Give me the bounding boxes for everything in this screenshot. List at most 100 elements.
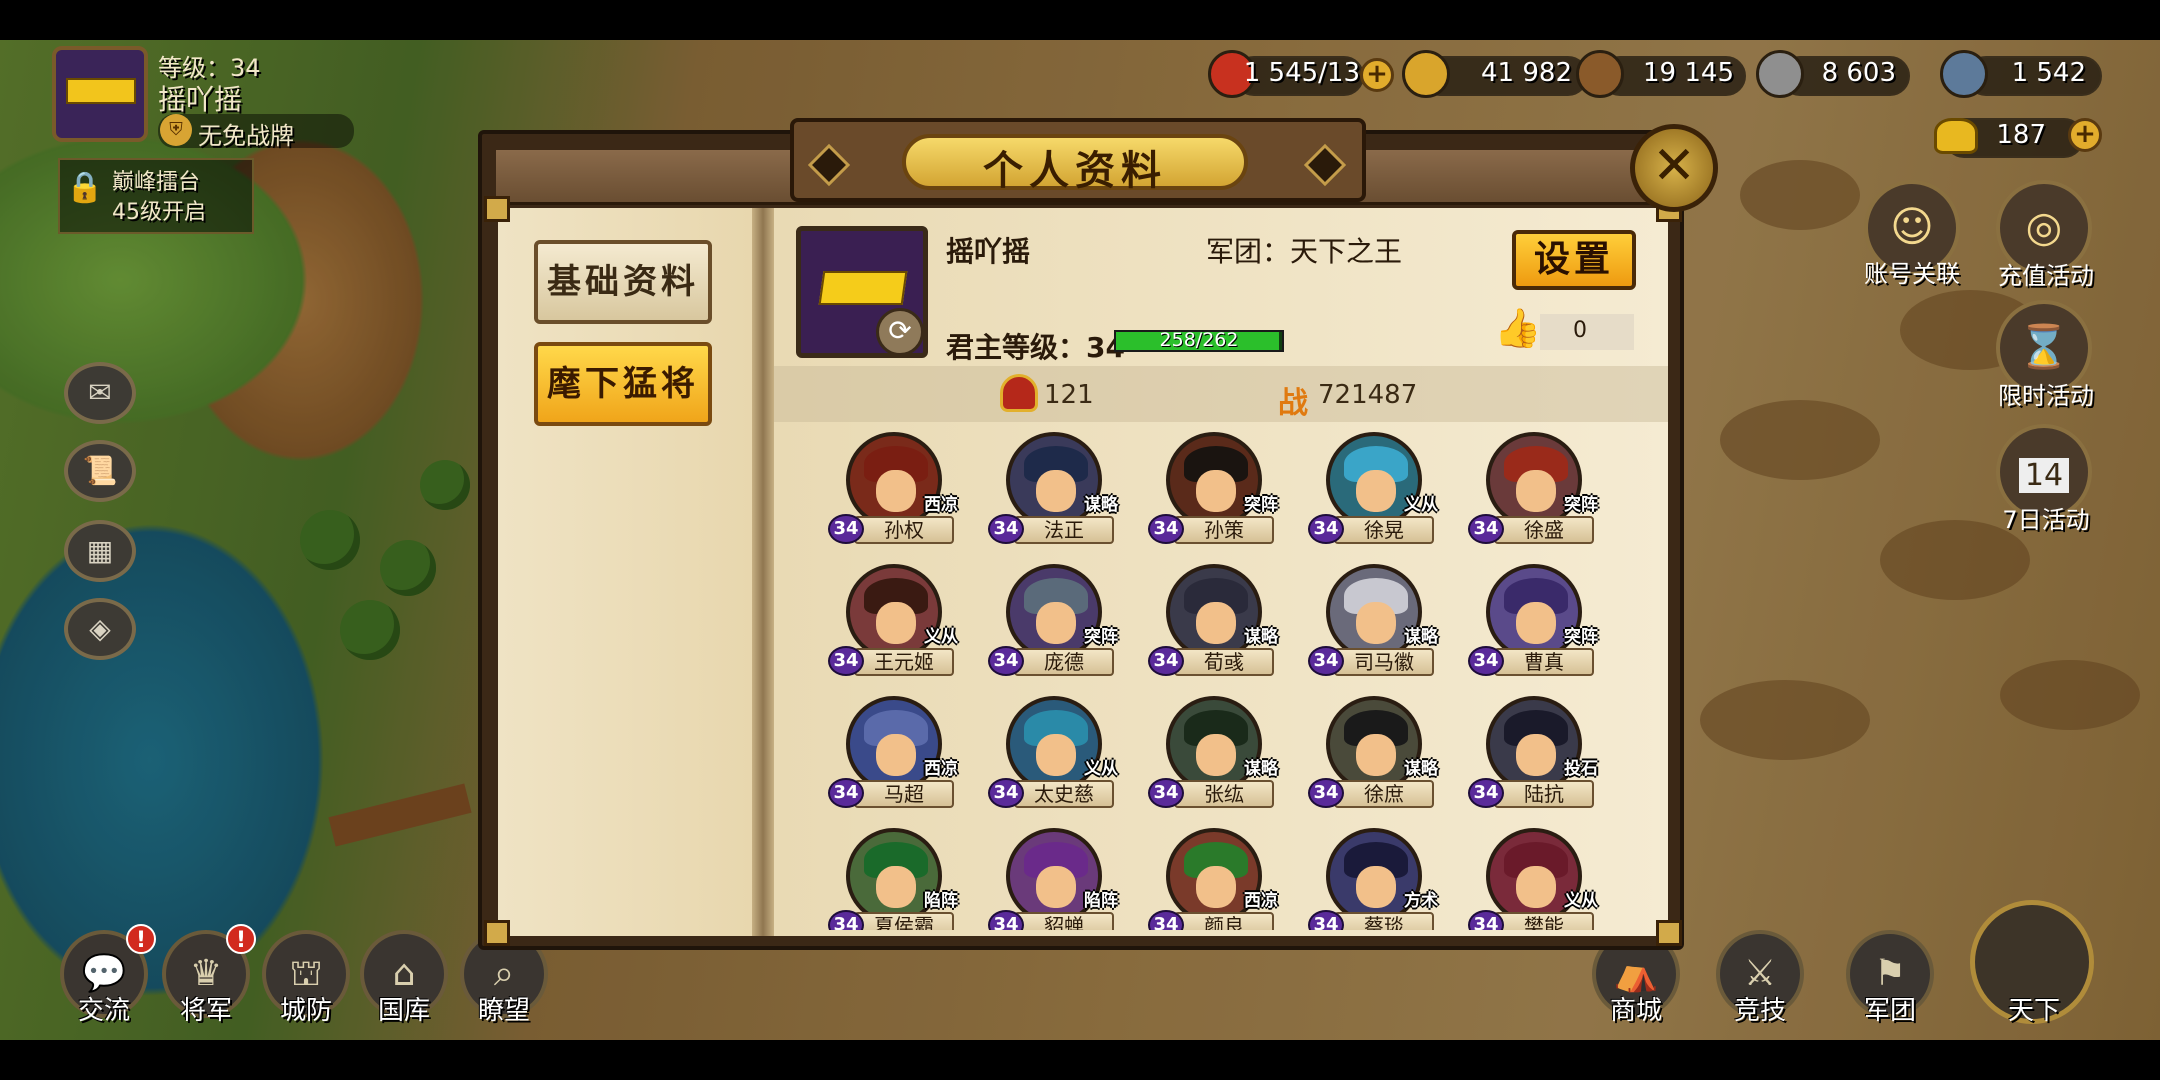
general-class: 西凉 [1244,891,1278,911]
general-card[interactable]: 方术 蔡琰 34 [1308,828,1438,930]
nav-arena-label: 竞技 [1733,996,1786,1026]
mortarboard-icon [66,78,136,104]
add-troops-button[interactable]: + [1360,58,1394,92]
change-avatar-icon[interactable]: ⟳ [876,308,924,356]
general-card[interactable]: 谋略 徐庶 34 [1308,696,1438,816]
thumbs-up-icon[interactable]: 👍 [1494,306,1542,352]
recharge-label: 充值活动 [1998,262,2094,290]
general-face [1356,734,1396,776]
general-face [876,470,916,512]
general-alert-badge: ! [226,924,256,954]
general-card[interactable]: 西凉 马超 34 [828,696,958,816]
truce-badge-label: 无免战牌 [198,122,294,150]
general-card[interactable]: 突阵 曹真 34 [1468,564,1598,684]
general-class: 谋略 [1404,759,1438,779]
general-name: 法正 [1014,516,1114,544]
general-name: 张纮 [1174,780,1274,808]
resource-iron-value: 1 542 [2011,58,2086,88]
frame-corner [484,196,510,222]
nav-defense-label: 城防 [279,996,332,1026]
general-class: 谋略 [1404,627,1438,647]
tab-generals[interactable]: 麾下猛将 [534,342,712,426]
seven-day-event-label: 7日活动 [2002,506,2090,534]
general-face [1516,470,1556,512]
mortarboard-icon [818,271,908,305]
general-name: 孙策 [1174,516,1274,544]
general-name: 孙权 [854,516,954,544]
arena-title: 巅峰擂台 [112,170,201,195]
battle-power-value: 721487 [1318,380,1418,410]
general-level: 34 [988,778,1024,808]
xp-progress-text: 258/262 [1159,329,1239,351]
general-card[interactable]: 义从 樊能 34 [1468,828,1598,930]
general-name: 司马徽 [1334,648,1434,676]
settings-button[interactable]: 设置 [1512,230,1636,290]
general-card[interactable]: 义从 徐晃 34 [1308,432,1438,552]
scroll-icon[interactable]: 📜 [64,440,136,502]
general-level: 34 [828,514,864,544]
add-gold-button[interactable]: + [2068,118,2102,152]
calendar-small-icon[interactable]: ▦ [64,520,136,582]
coin-icon [1402,50,1450,98]
general-card[interactable]: 谋略 法正 34 [988,432,1118,552]
general-level: 34 [828,646,864,676]
general-name: 太史慈 [1014,780,1114,808]
wood-icon [1576,50,1624,98]
general-level: 34 [1308,514,1344,544]
account-link-label: 账号关联 [1864,260,1960,288]
nav-chat-label: 交流 [77,996,130,1026]
iron-icon [1940,50,1988,98]
player-avatar[interactable] [52,46,148,142]
general-level: 34 [1308,778,1344,808]
general-card[interactable]: 谋略 司马徽 34 [1308,564,1438,684]
general-class: 义从 [1084,759,1118,779]
general-level: 34 [1148,778,1184,808]
tab-basic-info[interactable]: 基础资料 [534,240,712,324]
notice-board-icon[interactable]: ◈ [64,598,136,660]
general-name: 荀彧 [1174,648,1274,676]
general-card[interactable]: 突阵 孙策 34 [1148,432,1278,552]
general-card[interactable]: 陷阵 夏侯霸 34 [828,828,958,930]
general-level: 34 [1468,778,1504,808]
general-face [1036,470,1076,512]
book-spine [752,208,774,936]
general-class: 突阵 [1564,495,1598,515]
general-name: 颜良 [1174,912,1274,930]
general-card[interactable]: 谋略 张纮 34 [1148,696,1278,816]
general-card[interactable]: 投石 陆抗 34 [1468,696,1598,816]
battle-power-icon: 战 [1278,386,1308,421]
general-card[interactable]: 突阵 庞德 34 [988,564,1118,684]
general-card[interactable]: 突阵 徐盛 34 [1468,432,1598,552]
mail-icon[interactable]: ✉ [64,362,136,424]
profile-legion: 军团：天下之王 [1206,235,1403,268]
general-card[interactable]: 西凉 孙权 34 [828,432,958,552]
generals-grid[interactable]: 西凉 孙权 34 谋略 法正 34 突阵 孙策 34 义从 徐晃 34 突阵 徐盛 34 义从 王元姬 34 突阵庞… [774,430,1668,930]
general-card[interactable]: 义从 太史慈 34 [988,696,1118,816]
close-icon[interactable]: ✕ [1630,124,1718,212]
generals-count: 121 [1044,380,1094,410]
dialog-title: 个人资料 [983,148,1167,194]
general-name: 庞德 [1014,648,1114,676]
stats-strip [774,366,1668,422]
resource-stone-value: 8 603 [1821,58,1896,88]
helmet-icon [1000,374,1038,412]
gold-value: 187 [1996,120,2046,150]
general-card[interactable]: 陷阵 貂蝉 34 [988,828,1118,930]
player-name: 摇吖摇 [158,83,243,116]
general-face [876,866,916,908]
general-level: 34 [988,514,1024,544]
general-face [1356,470,1396,512]
general-class: 谋略 [1244,759,1278,779]
nav-shop-label: 商城 [1609,996,1662,1026]
general-card[interactable]: 谋略 荀彧 34 [1148,564,1278,684]
general-face [876,602,916,644]
general-face [1356,866,1396,908]
general-class: 西凉 [924,759,958,779]
general-name: 马超 [854,780,954,808]
general-level: 34 [828,778,864,808]
general-face [1036,602,1076,644]
general-card[interactable]: 西凉 颜良 34 [1148,828,1278,930]
frame-corner [484,920,510,946]
general-card[interactable]: 义从 王元姬 34 [828,564,958,684]
chat-alert-badge: ! [126,924,156,954]
